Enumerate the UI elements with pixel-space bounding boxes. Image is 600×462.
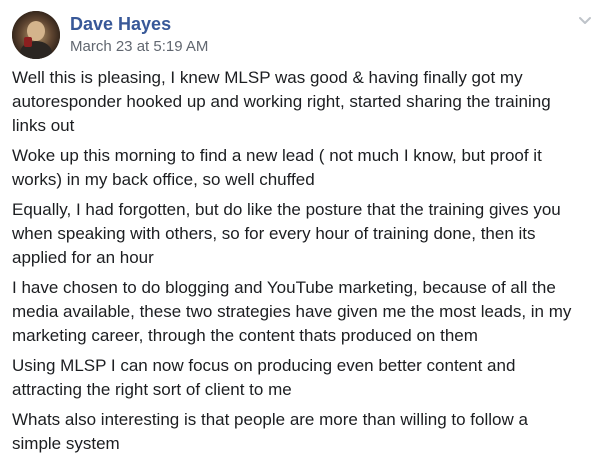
post-card: Dave Hayes March 23 at 5:19 AM Well this…: [0, 0, 600, 459]
post-paragraph: Woke up this morning to find a new lead …: [12, 146, 542, 189]
author-avatar[interactable]: [12, 11, 60, 59]
post-header: Dave Hayes March 23 at 5:19 AM: [12, 10, 592, 62]
post-paragraph: Well this is pleasing, I knew MLSP was g…: [12, 68, 551, 135]
post-timestamp-link[interactable]: March 23 at 5:19 AM: [70, 38, 208, 55]
avatar-photo-icon: [12, 11, 60, 59]
chevron-down-icon[interactable]: [575, 10, 595, 30]
post-body: Well this is pleasing, I knew MLSP was g…: [12, 66, 592, 462]
post-paragraph: Whats also interesting is that people ar…: [12, 410, 528, 453]
post-paragraph: Using MLSP I can now focus on producing …: [12, 356, 516, 399]
post-paragraph: Equally, I had forgotten, but do like th…: [12, 200, 561, 267]
author-name-link[interactable]: Dave Hayes: [70, 14, 171, 35]
post-paragraph: I have chosen to do blogging and YouTube…: [12, 278, 572, 345]
